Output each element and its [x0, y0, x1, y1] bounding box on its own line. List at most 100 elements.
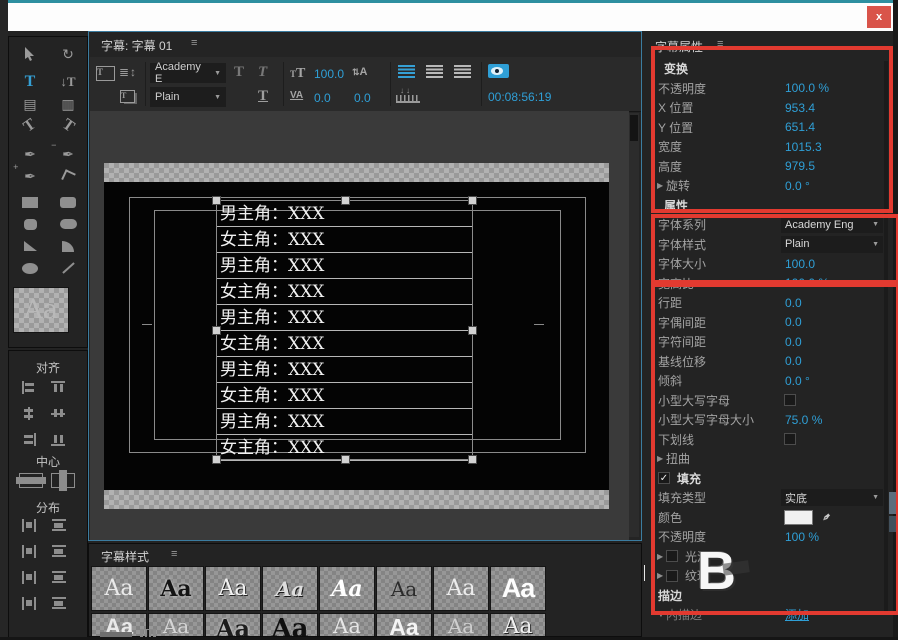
- style-swatch[interactable]: Aa: [262, 566, 318, 611]
- font-style-dropdown[interactable]: Plain ▼: [150, 87, 226, 107]
- fill-type-dropdown[interactable]: 实底▼: [781, 489, 883, 506]
- resize-handle[interactable]: [212, 196, 221, 205]
- prop-value[interactable]: 100.0 %: [785, 276, 829, 290]
- distribute-right-button[interactable]: [21, 571, 37, 589]
- distribute-left-button[interactable]: [21, 519, 37, 537]
- style-swatch[interactable]: Aa: [205, 613, 261, 637]
- bold-button[interactable]: T: [234, 64, 244, 81]
- style-swatch[interactable]: Aa: [376, 613, 432, 637]
- underline-button[interactable]: T: [258, 88, 268, 105]
- sheen-checkbox[interactable]: [666, 550, 678, 562]
- add-stroke-link[interactable]: 添加: [785, 606, 809, 623]
- resize-handle[interactable]: [468, 455, 477, 464]
- prop-value[interactable]: 100.0 %: [785, 81, 829, 95]
- font-family-dropdown[interactable]: Academy E ▼: [150, 63, 226, 83]
- distribute-bottom-button[interactable]: [51, 571, 67, 589]
- canvas-text-block[interactable]: 男主角：XXX女主角：XXX男主角：XXX女主角：XXX男主角：XXX女主角：X…: [217, 201, 472, 461]
- eyedropper-icon[interactable]: ✒: [818, 509, 835, 526]
- expand-triangle-icon[interactable]: ▶: [657, 454, 666, 463]
- area-type-tool[interactable]: ▤: [15, 95, 45, 113]
- font-style-dropdown[interactable]: Plain▼: [781, 236, 883, 253]
- expand-triangle-icon[interactable]: ▶: [657, 181, 666, 190]
- font-family-dropdown[interactable]: Academy Eng▼: [781, 216, 883, 233]
- prop-value[interactable]: 651.4: [785, 120, 815, 134]
- kerning-value[interactable]: 0.0: [314, 91, 331, 105]
- canvas-text-line[interactable]: 女主角：XXX: [217, 331, 472, 357]
- expand-triangle-icon[interactable]: ▶: [657, 571, 666, 580]
- style-swatch[interactable]: Aa: [148, 613, 204, 637]
- texture-checkbox[interactable]: [666, 570, 678, 582]
- resize-handle[interactable]: [341, 455, 350, 464]
- align-right-text-button[interactable]: [454, 65, 471, 78]
- fill-checkbox[interactable]: ✓: [658, 472, 670, 484]
- styles-panel-menu-icon[interactable]: ≡: [171, 548, 177, 560]
- line-tool[interactable]: [53, 259, 83, 277]
- resize-handle[interactable]: [468, 196, 477, 205]
- style-swatch[interactable]: Aa: [490, 566, 546, 611]
- style-swatch[interactable]: Aa: [376, 566, 432, 611]
- vertical-area-type-tool[interactable]: ▥: [53, 95, 83, 113]
- vertical-type-tool[interactable]: ↓T: [53, 73, 83, 91]
- resize-handle[interactable]: [468, 326, 477, 335]
- add-anchor-tool[interactable]: +✒: [15, 167, 45, 185]
- timecode-value[interactable]: 00:08:56:19: [488, 90, 551, 104]
- distribute-top-button[interactable]: [51, 519, 67, 537]
- prop-value[interactable]: 75.0 %: [785, 413, 822, 427]
- leading-value[interactable]: 0.0: [354, 91, 371, 105]
- canvas-text-line[interactable]: 男主角：XXX: [217, 357, 472, 383]
- clipped-rectangle-tool[interactable]: [15, 215, 45, 233]
- prop-value[interactable]: 979.5: [785, 159, 815, 173]
- style-swatch[interactable]: Aa: [91, 566, 147, 611]
- templates-button[interactable]: T: [120, 90, 135, 103]
- align-left-text-button[interactable]: [398, 65, 415, 78]
- distribute-middle-button[interactable]: [51, 545, 67, 563]
- italic-button[interactable]: T: [258, 64, 267, 81]
- font-size-value[interactable]: 100.0: [314, 67, 344, 81]
- align-bottom-button[interactable]: [51, 433, 67, 451]
- rounded-rectangle-tool[interactable]: [53, 193, 83, 211]
- prop-value[interactable]: 0.0: [785, 296, 802, 310]
- style-swatch[interactable]: Aa: [490, 613, 546, 637]
- rotation-tool[interactable]: ↻: [53, 45, 83, 63]
- pen-tool[interactable]: ✒: [15, 145, 45, 163]
- canvas-vertical-scrollbar[interactable]: [629, 113, 639, 537]
- expand-triangle-icon[interactable]: ▶: [657, 552, 666, 561]
- prop-value[interactable]: 100 %: [785, 530, 819, 544]
- title-canvas[interactable]: 男主角：XXX女主角：XXX男主角：XXX女主角：XXX男主角：XXX女主角：X…: [90, 111, 629, 540]
- distribute-v-even-button[interactable]: [51, 597, 67, 615]
- align-left-button[interactable]: [21, 381, 37, 399]
- style-swatch[interactable]: Aa: [319, 613, 375, 637]
- small-caps-checkbox[interactable]: [784, 394, 796, 406]
- canvas-text-line[interactable]: 男主角：XXX: [217, 305, 472, 331]
- convert-anchor-tool[interactable]: [53, 167, 83, 185]
- style-swatch[interactable]: Aa: [205, 566, 261, 611]
- canvas-text-line[interactable]: 男主角：XXX: [217, 409, 472, 435]
- properties-panel-menu-icon[interactable]: ≡: [717, 38, 723, 50]
- prop-value[interactable]: 0.0: [785, 335, 802, 349]
- prop-value[interactable]: 0.0 °: [785, 179, 810, 193]
- center-vertical-button[interactable]: [51, 473, 75, 493]
- resize-handle[interactable]: [212, 326, 221, 335]
- type-tool[interactable]: T: [15, 73, 45, 91]
- prop-value[interactable]: 953.4: [785, 101, 815, 115]
- center-horizontal-button[interactable]: [19, 473, 43, 493]
- close-button[interactable]: x: [867, 6, 891, 28]
- canvas-text-line[interactable]: 女主角：XXX: [217, 383, 472, 409]
- prop-value[interactable]: 1015.3: [785, 140, 822, 154]
- prop-value[interactable]: 100.0: [785, 257, 815, 271]
- style-swatch[interactable]: Aa: [148, 566, 204, 611]
- align-center-vertical-button[interactable]: [21, 407, 37, 425]
- resize-handle[interactable]: [341, 196, 350, 205]
- canvas-text-line[interactable]: 女主角：XXX: [217, 227, 472, 253]
- roll-crawl-button[interactable]: ≣↕: [119, 65, 137, 79]
- show-background-video-button[interactable]: [488, 64, 509, 78]
- selection-tool[interactable]: [15, 45, 45, 63]
- new-title-button[interactable]: T: [96, 66, 115, 81]
- tab-stops-button[interactable]: [396, 89, 420, 104]
- underline-checkbox[interactable]: [784, 433, 796, 445]
- align-top-button[interactable]: [51, 381, 67, 399]
- style-swatch[interactable]: Aa: [319, 566, 375, 611]
- rectangle-tool[interactable]: [15, 193, 45, 211]
- style-swatch[interactable]: Aa: [262, 613, 318, 637]
- panel-menu-icon[interactable]: ≡: [191, 37, 197, 49]
